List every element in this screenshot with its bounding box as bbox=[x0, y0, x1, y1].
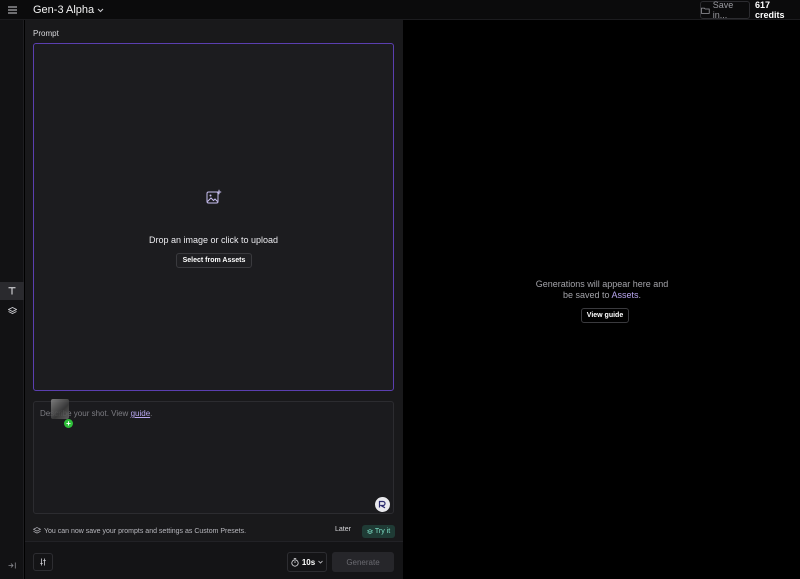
output-area: Generations will appear here and be save… bbox=[404, 20, 800, 579]
prompt-textarea[interactable]: Describe your shot. View guide. + bbox=[33, 399, 394, 514]
hamburger-icon bbox=[7, 6, 17, 14]
generate-button[interactable]: Generate bbox=[332, 552, 394, 572]
enhance-prompt-button[interactable] bbox=[375, 497, 390, 512]
empty-state-message: Generations will appear here and be save… bbox=[404, 279, 800, 301]
empty-state-text: be saved to bbox=[562, 290, 612, 300]
top-bar: Gen-3 Alpha Save in... 617 credits bbox=[0, 0, 800, 20]
layers-mode-button[interactable] bbox=[0, 302, 24, 320]
plus-icon: + bbox=[64, 419, 73, 428]
chevron-down-icon bbox=[97, 8, 104, 12]
credits-label: 617 credits bbox=[755, 0, 785, 20]
prompt-panel: Prompt Drop an image or click to upload … bbox=[25, 20, 403, 579]
layers-icon bbox=[7, 307, 17, 314]
collapse-panel-button[interactable] bbox=[0, 556, 24, 574]
text-icon bbox=[8, 287, 16, 295]
later-button[interactable]: Later bbox=[335, 526, 351, 533]
custom-presets-notice: You can now save your prompts and settin… bbox=[25, 523, 403, 541]
empty-state-line1: Generations will appear here and bbox=[535, 279, 669, 289]
presets-small-icon bbox=[366, 528, 373, 534]
model-label: Gen-3 Alpha bbox=[33, 4, 95, 16]
stopwatch-icon bbox=[291, 557, 299, 567]
settings-button[interactable] bbox=[33, 553, 53, 571]
try-it-button[interactable]: Try it bbox=[362, 525, 395, 538]
collapse-icon bbox=[8, 562, 16, 568]
folder-icon bbox=[701, 7, 710, 14]
save-in-label: Save in... bbox=[712, 0, 734, 20]
sliders-icon bbox=[40, 558, 46, 566]
select-from-assets-button[interactable]: Select from Assets bbox=[176, 253, 252, 268]
model-selector[interactable]: Gen-3 Alpha bbox=[33, 2, 104, 18]
empty-state-line2: be saved to Assets. bbox=[404, 290, 800, 301]
assets-link[interactable]: Assets bbox=[612, 290, 639, 300]
duration-selector[interactable]: 10s bbox=[287, 552, 327, 572]
credits-badge[interactable]: 617 credits bbox=[755, 0, 800, 20]
text-mode-button[interactable] bbox=[0, 282, 24, 300]
chevron-down-icon bbox=[318, 560, 323, 564]
save-in-button[interactable]: Save in... bbox=[700, 0, 750, 20]
hamburger-menu-button[interactable] bbox=[4, 2, 20, 18]
guide-link[interactable]: guide bbox=[131, 409, 151, 418]
presets-notice-text: You can now save your prompts and settin… bbox=[44, 528, 247, 535]
drag-thumbnail bbox=[51, 399, 69, 419]
view-guide-button[interactable]: View guide bbox=[581, 308, 629, 323]
placeholder-period: . bbox=[150, 409, 153, 418]
duration-label: 10s bbox=[301, 557, 316, 567]
tool-rail bbox=[0, 20, 24, 579]
prompt-label: Prompt bbox=[33, 29, 59, 38]
try-it-label: Try it bbox=[374, 528, 391, 535]
bottom-toolbar: 10s Generate bbox=[25, 541, 403, 579]
empty-state-period: . bbox=[638, 290, 642, 300]
runway-logo-icon bbox=[378, 500, 386, 509]
image-dropzone[interactable]: Drop an image or click to upload Select … bbox=[33, 43, 394, 391]
dropzone-text: Drop an image or click to upload bbox=[148, 235, 279, 245]
image-add-icon bbox=[206, 189, 222, 204]
presets-icon bbox=[33, 527, 41, 534]
